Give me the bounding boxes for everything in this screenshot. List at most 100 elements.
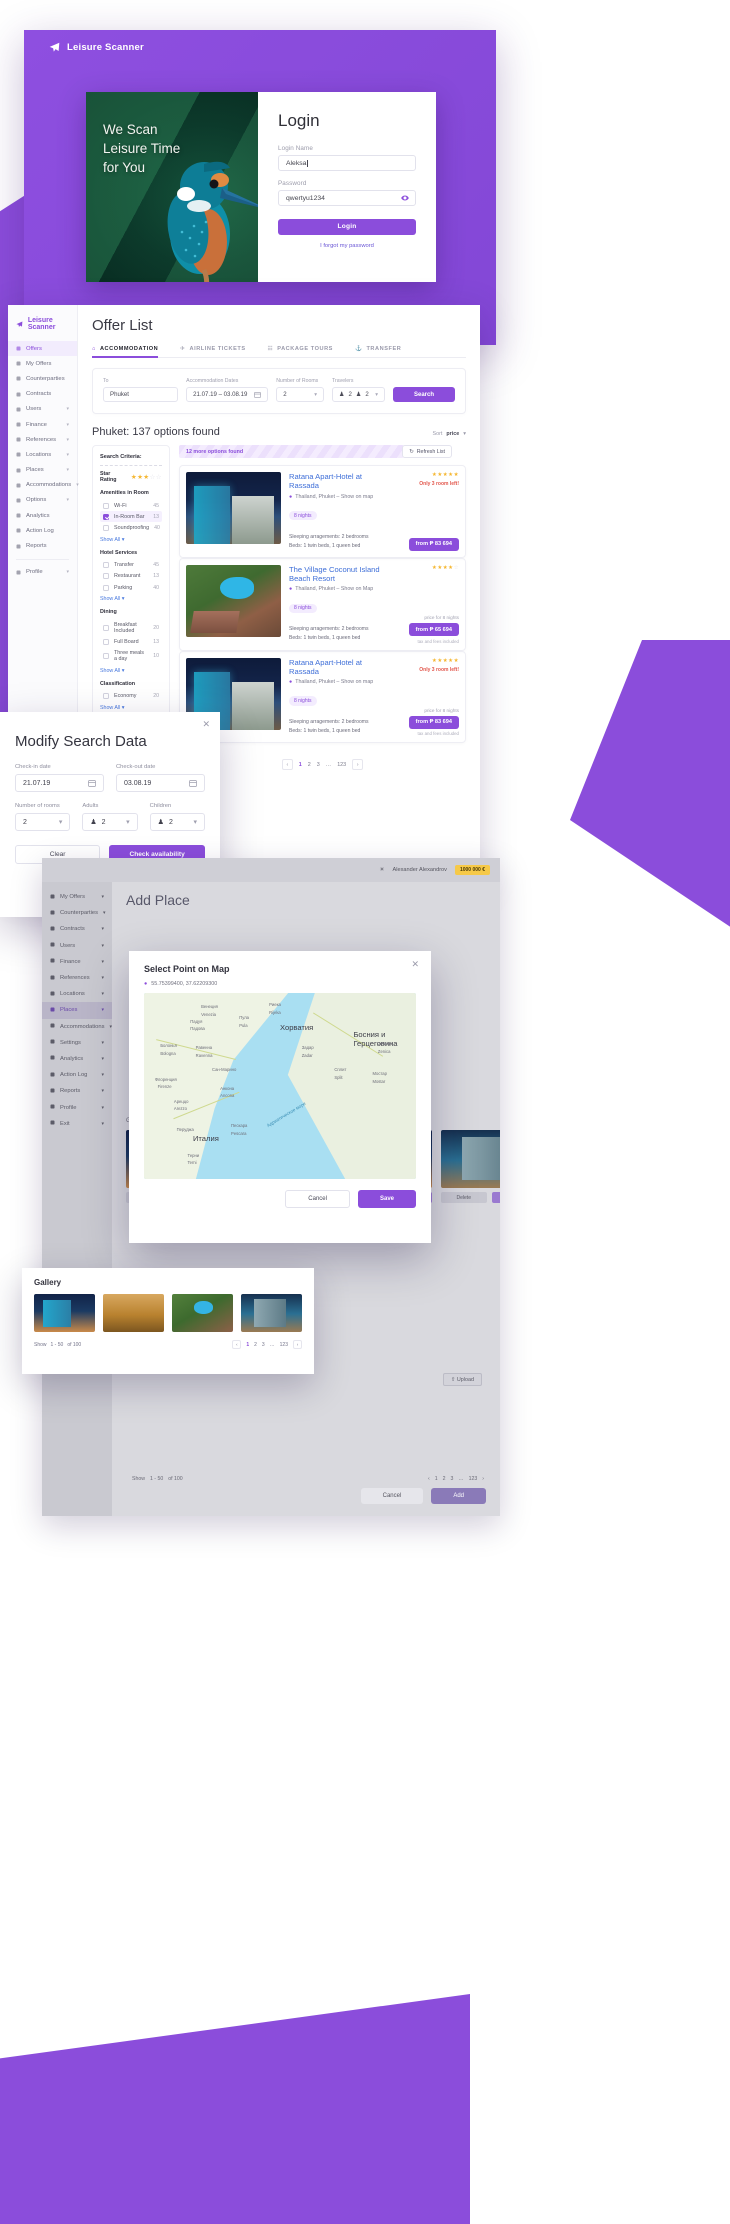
- chevron-down-icon[interactable]: ▾: [314, 392, 317, 398]
- sidebar-item-options[interactable]: Options ▾: [8, 493, 77, 508]
- sidebar-item-offers[interactable]: Offers: [8, 341, 77, 357]
- offer-card[interactable]: Ratana Apart-Hotel at Rassada ● Thailand, …: [179, 650, 466, 744]
- search-travelers-select[interactable]: ♟ 2 ♟ 2 ▾: [332, 387, 385, 402]
- show-all-link[interactable]: Show All ▾: [100, 705, 162, 711]
- offer-name[interactable]: Ratana Apart-Hotel at Rassada: [289, 472, 385, 491]
- offer-location[interactable]: ● Thailand, Phuket – Show on Map: [289, 586, 385, 592]
- chevron-down-icon[interactable]: ▾: [122, 537, 125, 543]
- checkbox[interactable]: [103, 624, 109, 631]
- checkbox[interactable]: [103, 573, 109, 580]
- chevron-down-icon[interactable]: ▾: [126, 818, 130, 826]
- avatar-icon[interactable]: ☀: [380, 867, 385, 873]
- chevron-down-icon[interactable]: ▾: [101, 1056, 104, 1062]
- addplace-sidebar-item-action-log[interactable]: Action Log ▾: [42, 1067, 112, 1083]
- sidebar-item-my-offers[interactable]: My Offers: [8, 356, 77, 371]
- prev-page-button[interactable]: ‹: [232, 1340, 242, 1349]
- addplace-sidebar-item-users[interactable]: Users ▾: [42, 938, 112, 954]
- chevron-down-icon[interactable]: ▾: [122, 705, 125, 711]
- chevron-down-icon[interactable]: ▾: [101, 1040, 104, 1046]
- page-3[interactable]: 3: [317, 762, 320, 768]
- chevron-down-icon[interactable]: ▾: [122, 668, 125, 674]
- rooms-select[interactable]: 2 ▾: [15, 813, 71, 831]
- chevron-down-icon[interactable]: ▾: [103, 910, 106, 916]
- results-sort[interactable]: Sort price ▾: [433, 431, 467, 437]
- sidebar-item-contracts[interactable]: Contracts: [8, 387, 77, 402]
- show-all-link[interactable]: Show All ▾: [100, 668, 162, 674]
- chevron-down-icon[interactable]: ▾: [101, 894, 104, 900]
- filter-star-rating[interactable]: Star Rating ★★★☆☆: [100, 471, 162, 483]
- calendar-icon[interactable]: [189, 779, 197, 787]
- show-all-link[interactable]: Show All ▾: [100, 596, 162, 602]
- login-name-input[interactable]: Aleksa: [278, 155, 416, 171]
- sidebar-item-places[interactable]: Places ▾: [8, 463, 77, 478]
- login-submit-button[interactable]: Login: [278, 218, 416, 235]
- prev-page-button[interactable]: ‹: [281, 759, 293, 771]
- gallery-show-value[interactable]: 1 - 50: [51, 1342, 64, 1348]
- filter-option-restaurant[interactable]: Restaurant 13: [100, 571, 162, 582]
- addplace-sidebar-item-reports[interactable]: Reports ▾: [42, 1083, 112, 1099]
- offer-photo[interactable]: [186, 564, 281, 637]
- page-123[interactable]: 123: [280, 1342, 288, 1348]
- page-2[interactable]: 2: [443, 1476, 446, 1482]
- sidebar-item-reports[interactable]: Reports: [8, 538, 77, 553]
- star-rating-stars[interactable]: ★★★☆☆: [131, 473, 162, 481]
- addplace-sidebar-item-settings[interactable]: Settings ▾: [42, 1035, 112, 1051]
- offer-card[interactable]: Ratana Apart-Hotel at Rassada ● Thailand, …: [179, 465, 466, 558]
- page-2[interactable]: 2: [308, 762, 311, 768]
- thumbnail-image[interactable]: [441, 1130, 500, 1188]
- password-input[interactable]: qwertyu1234: [278, 190, 416, 206]
- search-to-input[interactable]: Phuket: [103, 387, 179, 402]
- filter-option-economy[interactable]: Economy 20: [100, 691, 162, 702]
- forgot-password-link[interactable]: I forgot my password: [278, 243, 416, 249]
- sidebar-item-profile[interactable]: Profile ▾: [8, 565, 77, 580]
- sidebar-item-users[interactable]: Users ▾: [8, 402, 77, 417]
- next-page-button[interactable]: ›: [482, 1476, 484, 1482]
- gallery-thumb-hotel-exterior[interactable]: [34, 1294, 95, 1332]
- filter-option-three-meals-a-day[interactable]: Three meals a day 10: [100, 648, 162, 665]
- chevron-down-icon[interactable]: ▾: [66, 569, 69, 575]
- search-button[interactable]: Search: [393, 387, 455, 402]
- checkbox[interactable]: [103, 502, 109, 509]
- sidebar-item-accommodations[interactable]: Accommodations ▾: [8, 478, 79, 493]
- filter-option-transfer[interactable]: Transfer 45: [100, 560, 162, 571]
- chevron-down-icon[interactable]: ▾: [101, 1105, 104, 1111]
- page-1[interactable]: 1: [435, 1476, 438, 1482]
- chevron-down-icon[interactable]: ▾: [101, 975, 104, 981]
- offer-name[interactable]: The Village Coconut Island Beach Resort: [289, 565, 385, 584]
- chevron-down-icon[interactable]: ▾: [101, 1121, 104, 1127]
- chevron-down-icon[interactable]: ▾: [59, 818, 63, 826]
- page-123[interactable]: 123: [469, 1476, 478, 1482]
- offer-card[interactable]: The Village Coconut Island Beach Resort ●…: [179, 557, 466, 651]
- checkin-input[interactable]: 21.07.19: [15, 774, 104, 792]
- next-page-button[interactable]: ›: [293, 1340, 302, 1349]
- sidebar-item-analytics[interactable]: Analytics: [8, 508, 77, 523]
- edit-button[interactable]: Edit: [491, 1192, 500, 1203]
- offer-name[interactable]: Ratana Apart-Hotel at Rassada: [289, 658, 385, 677]
- calendar-icon[interactable]: [88, 779, 96, 787]
- offer-price-button[interactable]: from ₱ 83 694: [408, 715, 459, 729]
- page-…[interactable]: …: [326, 762, 331, 768]
- sidebar-item-locations[interactable]: Locations ▾: [8, 447, 77, 462]
- show-value[interactable]: 1 - 50: [150, 1476, 163, 1482]
- next-page-button[interactable]: ›: [352, 759, 364, 771]
- page-3[interactable]: 3: [262, 1342, 265, 1348]
- chevron-down-icon[interactable]: ▾: [375, 392, 378, 398]
- checkbox[interactable]: [103, 693, 109, 700]
- checkbox[interactable]: [103, 524, 109, 531]
- chevron-down-icon[interactable]: ▾: [66, 437, 69, 443]
- close-icon[interactable]: ✕: [202, 720, 210, 729]
- chevron-down-icon[interactable]: ▾: [101, 991, 104, 997]
- addplace-sidebar-item-finance[interactable]: Finance ▾: [42, 954, 112, 970]
- promo-banner[interactable]: 12 more options found: [179, 445, 404, 458]
- addplace-sidebar-item-my-offers[interactable]: My Offers ▾: [42, 889, 112, 905]
- page-3[interactable]: 3: [451, 1476, 454, 1482]
- refresh-list-button[interactable]: ↻ Refresh List: [402, 445, 452, 458]
- chevron-down-icon[interactable]: ▾: [101, 1072, 104, 1078]
- page-2[interactable]: 2: [254, 1342, 257, 1348]
- filter-option-in-room-bar[interactable]: In-Room Bar 13: [100, 511, 162, 523]
- chevron-down-icon[interactable]: ▾: [463, 431, 466, 437]
- delete-button[interactable]: Delete: [441, 1192, 487, 1203]
- chevron-down-icon[interactable]: ▾: [101, 1007, 104, 1013]
- filter-option-wi-fi[interactable]: Wi-Fi 45: [100, 500, 162, 511]
- chevron-down-icon[interactable]: ▾: [101, 959, 104, 965]
